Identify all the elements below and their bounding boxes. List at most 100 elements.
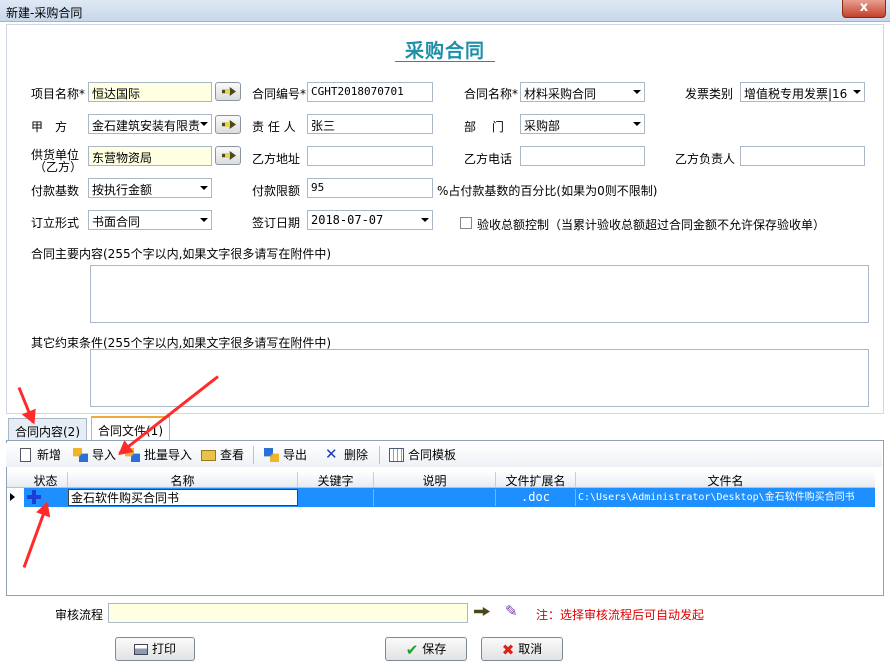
chevron-down-icon [200,186,208,190]
department-value: 采购部 [524,119,561,133]
chevron-down-icon [633,90,641,94]
project-picker-button[interactable] [215,82,241,101]
supplier-label-line2: （乙方） [34,160,83,174]
approval-field[interactable] [108,603,468,623]
approval-hint: 注：选择审核流程后可自动发起 [536,608,705,622]
contract-no-label: 合同编号* [252,87,307,101]
form-title-underline [395,61,495,62]
main-content-label: 合同主要内容(255个字以内,如果文字很多请写在附件中) [31,247,332,261]
main-content-textarea[interactable] [90,265,869,323]
party-b-address-label: 乙方地址 [252,152,301,166]
acceptance-control-label: 验收总额控制（当累计验收总额超过合同金额不允许保存验收单） [477,218,826,232]
party-a-picker-button[interactable] [215,115,241,134]
sign-date-picker[interactable]: 2018-07-07 [307,210,433,230]
party-b-owner-field[interactable] [740,146,865,166]
chevron-down-icon [200,218,208,222]
export-arrows-icon [264,448,279,462]
calendar-grid-icon [389,448,404,462]
file-name-cell[interactable]: 金石软件购买合同书 [68,489,298,506]
printer-icon [133,644,148,655]
arrow-highlight-icon [225,122,230,127]
party-a-label: 甲 方 [31,120,68,134]
party-b-owner-label: 乙方负责人 [675,152,736,166]
sign-form-select[interactable]: 书面合同 [88,210,212,230]
arrow-highlight-icon [225,89,230,94]
contract-template-button[interactable]: 合同模板 [389,447,456,465]
batch-import-button[interactable]: 批量导入 [125,447,192,465]
contract-no-field[interactable]: CGHT2018070701 [307,82,433,102]
sign-date-value: 2018-07-07 [311,213,384,227]
payment-base-value: 按执行金额 [92,183,153,197]
invoice-type-select[interactable]: 增值税专用发票|16 [740,82,865,102]
approval-picker-button[interactable] [474,604,492,618]
export-button[interactable]: 导出 [264,447,307,465]
invoice-type-label: 发票类别 [685,87,734,101]
acceptance-control-checkbox[interactable] [460,217,472,229]
party-b-address-field[interactable] [307,146,433,166]
column-header-filename[interactable]: 文件名 [576,472,875,488]
responsible-label: 责 任 人 [252,120,296,134]
checkmark-icon: ✔ [405,640,419,659]
chevron-down-icon [633,122,641,126]
payment-limit-note: %占付款基数的百分比(如果为0则不限制) [437,184,658,198]
payment-base-select[interactable]: 按执行金额 [88,178,212,198]
toolbar-separator [379,446,380,464]
folder-open-icon [201,450,216,461]
party-a-value: 金石建筑安装有限责 [92,119,201,133]
arrow-right-icon [474,607,490,616]
party-a-select[interactable]: 金石建筑安装有限责 [88,114,212,134]
sign-form-value: 书面合同 [92,215,141,229]
chevron-down-icon [200,122,208,126]
contract-name-value: 材料采购合同 [524,87,597,101]
cancel-button[interactable]: ✖ 取消 [481,637,563,661]
close-icon: x [859,0,869,15]
column-header-name[interactable]: 名称 [68,472,298,488]
toolbar-separator [253,446,254,464]
supplier-picker-button[interactable] [215,146,241,165]
sign-form-label: 订立形式 [31,216,80,230]
calendar-dropdown-icon [421,218,429,222]
payment-base-label: 付款基数 [31,184,80,198]
approval-label: 审核流程 [55,608,104,622]
column-header-extension[interactable]: 文件扩展名 [496,472,576,488]
wand-icon[interactable]: ✎ [505,602,523,620]
document-icon [20,448,31,462]
delete-button[interactable]: ✕ 删除 [325,447,368,465]
tab-contract-content[interactable]: 合同内容(2) [8,418,87,440]
project-name-field[interactable]: 恒达国际 [88,82,212,102]
responsible-field[interactable]: 张三 [307,114,433,134]
view-button[interactable]: 查看 [201,447,244,465]
close-button[interactable]: x [842,0,886,18]
add-button[interactable]: 新增 [18,447,61,465]
file-extension-cell[interactable]: .doc [496,489,576,506]
file-keyword-cell[interactable] [299,489,374,506]
other-terms-textarea[interactable] [90,349,869,407]
supplier-field[interactable]: 东营物资局 [88,146,212,166]
department-select[interactable]: 采购部 [520,114,645,134]
file-path-cell[interactable]: C:\Users\Administrator\Desktop\金石软件购买合同书 [576,489,875,506]
column-header-keyword[interactable]: 关键字 [298,472,374,488]
payment-limit-label: 付款限额 [252,184,301,198]
file-description-cell[interactable] [374,489,496,506]
department-label: 部 门 [464,120,504,134]
close-icon: ✖ [501,640,515,659]
chevron-down-icon [853,90,861,94]
delete-x-icon: ✕ [325,445,338,463]
contract-name-label: 合同名称* [464,87,519,101]
window-title: 新建-采购合同 [6,6,83,20]
print-button[interactable]: 打印 [115,637,195,661]
party-b-phone-label: 乙方电话 [464,152,513,166]
payment-limit-field[interactable]: 95 [307,178,433,198]
invoice-type-value: 增值税专用发票|16 [744,87,848,101]
project-name-label: 项目名称* [31,87,86,101]
sign-date-label: 签订日期 [252,216,301,230]
import-button[interactable]: 导入 [73,447,116,465]
contract-name-select[interactable]: 材料采购合同 [520,82,645,102]
save-button[interactable]: ✔ 保存 [385,637,467,661]
arrow-highlight-icon [225,153,230,158]
window-titlebar: 新建-采购合同 x [0,0,890,22]
column-header-status[interactable]: 状态 [24,472,68,488]
column-header-description[interactable]: 说明 [374,472,496,488]
party-b-phone-field[interactable] [520,146,645,166]
row-indicator-icon [10,493,15,501]
